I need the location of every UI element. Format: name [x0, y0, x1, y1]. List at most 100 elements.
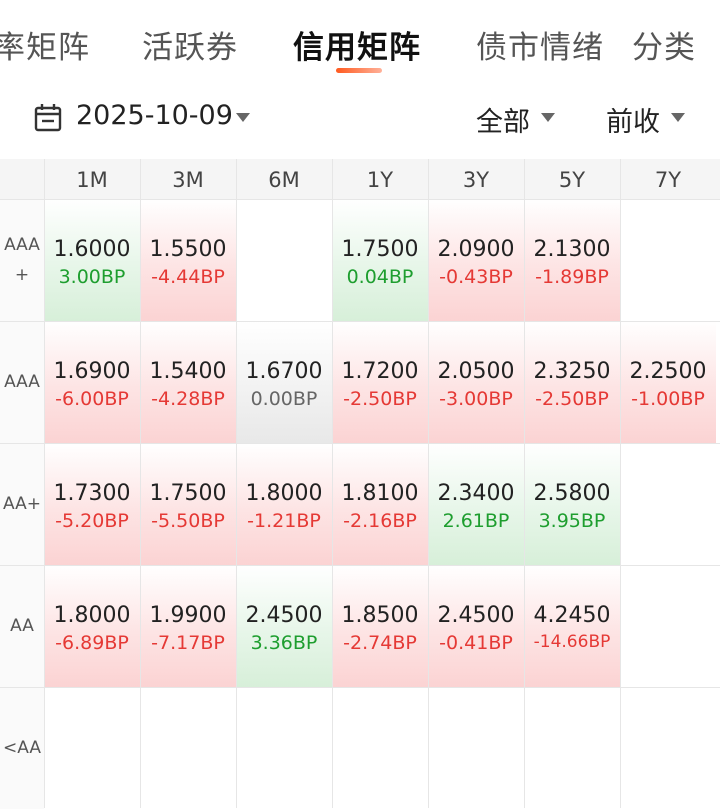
matrix-cell[interactable]: 2.5800 3.95BP: [524, 443, 620, 565]
cell-rate: 2.1300: [533, 237, 611, 262]
matrix-cell[interactable]: [620, 199, 716, 321]
matrix-cell[interactable]: [332, 687, 428, 809]
grid-line: [0, 687, 720, 688]
cell-change: -7.17BP: [151, 632, 225, 654]
cell-change: -1.00BP: [631, 388, 705, 410]
cell-rate: 2.3250: [533, 359, 611, 384]
cell-change: -4.28BP: [151, 388, 225, 410]
calendar-icon[interactable]: [32, 102, 64, 134]
cell-rate: 1.7300: [53, 481, 131, 506]
cell-change: -2.50BP: [343, 388, 417, 410]
matrix-cell[interactable]: [44, 687, 140, 809]
cell-change: 0.00BP: [250, 388, 318, 410]
matrix-cell[interactable]: 1.8100 -2.16BP: [332, 443, 428, 565]
column-header: 5Y: [558, 168, 586, 192]
row-label-rating: AAA +: [0, 199, 44, 321]
matrix-cell[interactable]: 2.0900 -0.43BP: [428, 199, 524, 321]
matrix-cell[interactable]: [620, 687, 716, 809]
tab-bond-sentiment[interactable]: 债市情绪: [476, 22, 604, 67]
cell-change: -5.50BP: [151, 510, 225, 532]
row-label-rating: AA+: [0, 443, 44, 565]
matrix-cell[interactable]: 1.7200 -2.50BP: [332, 321, 428, 443]
matrix-cell[interactable]: [140, 687, 236, 809]
matrix-cell[interactable]: 4.2450 -14.66BP: [524, 565, 620, 687]
cell-change: 2.61BP: [442, 510, 510, 532]
matrix-cell[interactable]: 2.3400 2.61BP: [428, 443, 524, 565]
cell-change: -1.21BP: [247, 510, 321, 532]
matrix-cell[interactable]: [524, 687, 620, 809]
chevron-down-icon[interactable]: [541, 113, 555, 122]
matrix-cell[interactable]: 2.1300 -1.89BP: [524, 199, 620, 321]
matrix-cell[interactable]: 2.3250 -2.50BP: [524, 321, 620, 443]
tab-active-bonds[interactable]: 活跃券: [142, 22, 238, 67]
cell-rate: 2.0900: [437, 237, 515, 262]
cell-rate: 1.7500: [341, 237, 419, 262]
cell-change: -6.00BP: [55, 388, 129, 410]
matrix-cell[interactable]: 1.6700 0.00BP: [236, 321, 332, 443]
matrix-cell[interactable]: [236, 687, 332, 809]
tab-category[interactable]: 分类: [632, 22, 696, 67]
grid-line: [332, 159, 333, 808]
matrix-cell[interactable]: 2.2500 -1.00BP: [620, 321, 716, 443]
matrix-cell[interactable]: 2.4500 -0.41BP: [428, 565, 524, 687]
row-label-rating: <AA: [0, 687, 44, 809]
grid-line: [0, 199, 720, 200]
matrix-cell[interactable]: 1.6000 3.00BP: [44, 199, 140, 321]
cell-rate: 2.3400: [437, 481, 515, 506]
cell-change: -2.74BP: [343, 632, 417, 654]
column-header: 3M: [172, 168, 204, 192]
cell-change: -4.44BP: [151, 266, 225, 288]
active-tab-indicator: [336, 68, 382, 73]
matrix-cell[interactable]: [620, 565, 716, 687]
tab-credit-matrix[interactable]: 信用矩阵: [293, 22, 421, 67]
cell-rate: 1.8100: [341, 481, 419, 506]
cell-rate: 1.5400: [149, 359, 227, 384]
cell-change: -0.43BP: [439, 266, 513, 288]
column-header: 7Y: [654, 168, 682, 192]
grid-line: [236, 159, 237, 808]
cell-change: -6.89BP: [55, 632, 129, 654]
grid-line: [620, 159, 621, 808]
cell-rate: 2.5800: [533, 481, 611, 506]
matrix-cell[interactable]: [620, 443, 716, 565]
cell-change: -5.20BP: [55, 510, 129, 532]
matrix-cell[interactable]: 2.0500 -3.00BP: [428, 321, 524, 443]
matrix-cell[interactable]: 1.5500 -4.44BP: [140, 199, 236, 321]
tab-rate-matrix[interactable]: 率矩阵: [0, 22, 90, 67]
grid-line: [140, 159, 141, 808]
top-tab-bar: 率矩阵 活跃券 信用矩阵 债市情绪 分类: [0, 0, 720, 86]
cell-change: 3.36BP: [250, 632, 318, 654]
matrix-cell[interactable]: 1.8000 -1.21BP: [236, 443, 332, 565]
matrix-cell[interactable]: 1.8500 -2.74BP: [332, 565, 428, 687]
matrix-cell[interactable]: 1.7300 -5.20BP: [44, 443, 140, 565]
chevron-down-icon[interactable]: [236, 113, 250, 122]
price-basis-selector[interactable]: 前收: [606, 100, 660, 139]
matrix-cell[interactable]: 1.8000 -6.89BP: [44, 565, 140, 687]
cell-rate: 4.2450: [533, 603, 611, 628]
matrix-cell[interactable]: 1.6900 -6.00BP: [44, 321, 140, 443]
cell-rate: 1.6700: [245, 359, 323, 384]
matrix-cell[interactable]: 1.5400 -4.28BP: [140, 321, 236, 443]
matrix-cell[interactable]: 1.7500 0.04BP: [332, 199, 428, 321]
column-header: 1Y: [366, 168, 394, 192]
column-header: 1M: [76, 168, 108, 192]
column-header: 3Y: [462, 168, 490, 192]
cell-rate: 1.6000: [53, 237, 131, 262]
cell-change: 0.04BP: [346, 266, 414, 288]
cell-change: -0.41BP: [439, 632, 513, 654]
column-header: 6M: [268, 168, 300, 192]
matrix-cell[interactable]: [236, 199, 332, 321]
cell-rate: 2.0500: [437, 359, 515, 384]
scope-selector[interactable]: 全部: [476, 100, 530, 139]
matrix-cell[interactable]: 2.4500 3.36BP: [236, 565, 332, 687]
matrix-cell[interactable]: 1.7500 -5.50BP: [140, 443, 236, 565]
grid-line: [428, 159, 429, 808]
grid-line: [0, 565, 720, 566]
date-selector[interactable]: 2025-10-09: [76, 100, 233, 131]
grid-line: [524, 159, 525, 808]
chevron-down-icon[interactable]: [671, 113, 685, 122]
matrix-cell[interactable]: [428, 687, 524, 809]
grid-line: [0, 321, 720, 322]
cell-rate: 2.2500: [629, 359, 707, 384]
matrix-cell[interactable]: 1.9900 -7.17BP: [140, 565, 236, 687]
